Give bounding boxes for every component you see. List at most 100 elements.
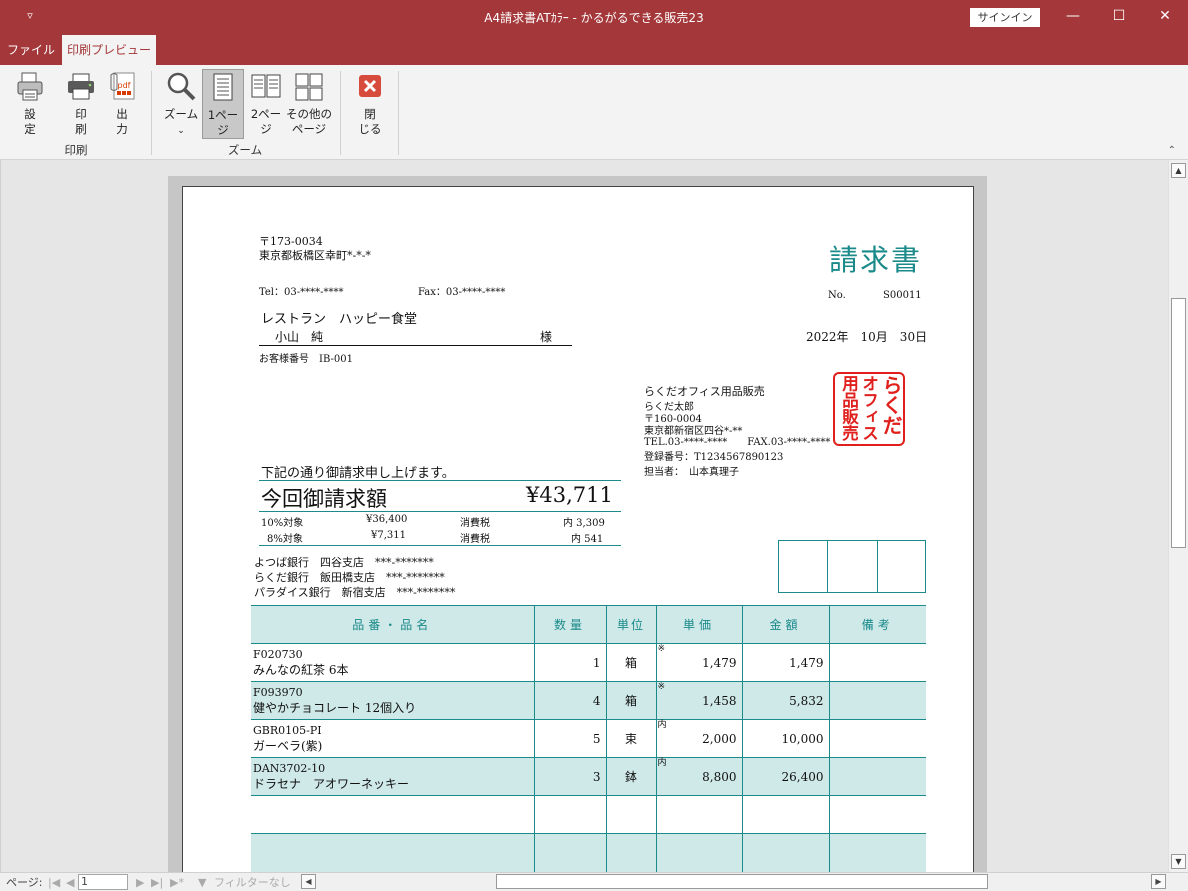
page-number-input[interactable]: 1 [78, 874, 128, 890]
tax10-amount: ¥36,400 [366, 514, 408, 525]
scroll-right-icon[interactable]: ▶ [1151, 874, 1166, 889]
pdf-badge: pdf [118, 81, 131, 90]
tab-print-preview[interactable]: 印刷プレビュー [62, 35, 156, 65]
sign-in-button[interactable]: サインイン [970, 8, 1040, 27]
collapse-ribbon-icon[interactable]: ⌃ [1168, 145, 1176, 156]
printer-icon [68, 73, 94, 100]
tax8-amount: ¥7,311 [371, 530, 406, 541]
scroll-up-icon[interactable]: ▲ [1171, 163, 1186, 178]
issuer-company: らくだオフィス用品販売 [644, 385, 765, 398]
print-label: 印 刷 [75, 107, 87, 136]
approval-boxes [778, 540, 926, 593]
new-record-icon[interactable]: ▶* [170, 875, 184, 890]
invoice-date: 2022年 10月 30日 [806, 330, 928, 344]
item-amount: 26,400 [741, 757, 829, 796]
magnifier-icon [167, 72, 196, 101]
page-setup-button[interactable]: 設 定 [10, 69, 50, 139]
item-qty: 5 [533, 719, 606, 758]
table-row-empty [251, 795, 926, 834]
tax10-label: 10%対象 [261, 518, 304, 529]
invoice-document: 〒173-0034 東京都板橋区幸町*-*-* Tel：03-****-****… [183, 187, 973, 885]
next-page-icon[interactable]: ▶ [136, 875, 144, 890]
chevron-down-icon: ⌄ [177, 126, 185, 136]
close-preview-button[interactable]: 閉 じる [350, 69, 390, 139]
item-code: DAN3702-10 [253, 761, 326, 775]
two-pages-button[interactable]: 2ペー ジ [246, 69, 286, 139]
horizontal-scrollbar[interactable]: ◀ ▶ [298, 874, 1168, 890]
close-preview-label: 閉 じる [358, 107, 382, 136]
scroll-left-icon[interactable]: ◀ [301, 874, 316, 889]
table-row: F020730 みんなの紅茶 6本 1 箱 ※ 1,479 1,479 [251, 643, 926, 682]
item-qty: 1 [533, 643, 606, 682]
print-button[interactable]: 印 刷 [61, 69, 101, 139]
one-page-button[interactable]: 1ペー ジ [202, 69, 244, 139]
item-price: 1,479 [702, 655, 737, 670]
column-header: 数量 [533, 605, 606, 644]
issuer-registration: 登録番号：T1234567890123 [644, 452, 784, 463]
one-page-icon [213, 73, 233, 101]
item-price: 1,458 [702, 693, 737, 708]
filter-status[interactable]: フィルターなし [214, 875, 291, 890]
tax-line [259, 545, 621, 546]
scroll-down-icon[interactable]: ▼ [1171, 854, 1186, 869]
item-qty: 4 [533, 681, 606, 720]
item-note [828, 681, 926, 720]
vertical-scroll-thumb[interactable] [1171, 298, 1186, 548]
previous-page-icon[interactable]: ◀ [66, 875, 74, 890]
tax-mark: 内 [657, 758, 667, 768]
tab-file[interactable]: ファイル [0, 35, 62, 65]
column-header: 単価 [655, 605, 742, 644]
last-page-icon[interactable]: ▶| [151, 875, 163, 890]
maximize-icon[interactable]: ☐ [1096, 0, 1142, 32]
tax8-tax-label: 消費税 [460, 534, 490, 545]
output-button[interactable]: pdf 出 力 [102, 69, 142, 139]
table-row: GBR0105-PI ガーベラ(紫) 5 束 内 2,000 10,000 [251, 719, 926, 758]
preview-workspace: 〒173-0034 東京都板橋区幸町*-*-* Tel：03-****-****… [0, 160, 1168, 886]
total-amount: ¥43,711 [526, 483, 613, 507]
pdf-output-icon: pdf [110, 72, 135, 100]
ribbon-tabs: ファイル 印刷プレビュー [0, 35, 1188, 65]
tax-mark: ※ [657, 644, 666, 654]
group-print-label: 印刷 [64, 143, 88, 157]
ribbon-separator [151, 71, 152, 155]
item-qty: 3 [533, 757, 606, 796]
item-note [828, 757, 926, 796]
close-window-icon[interactable]: ✕ [1142, 0, 1188, 32]
table-header-row: 品番・品名 数量 単位 単価 金額 備考 [251, 605, 926, 644]
item-amount: 5,832 [741, 681, 829, 720]
filter-icon[interactable]: ▼ [198, 875, 206, 890]
other-pages-button[interactable]: その他の ページ [286, 69, 332, 139]
item-name: ドラセナ アオワーネッキー [253, 776, 410, 791]
bank-2: らくだ銀行 飯田橋支店 ***-******* [254, 571, 445, 584]
tax10-tax: 内 3,309 [563, 518, 605, 529]
tax10-tax-label: 消費税 [460, 518, 490, 529]
ribbon-separator [340, 71, 341, 155]
invoice-page: 〒173-0034 東京都板橋区幸町*-*-* Tel：03-****-****… [182, 186, 974, 886]
invoice-number-label: No. [828, 290, 846, 301]
vertical-scrollbar[interactable]: ▲ ▼ [1168, 160, 1188, 872]
output-label: 出 力 [116, 107, 128, 136]
tax8-tax: 内 541 [571, 534, 604, 545]
horizontal-scroll-thumb[interactable] [496, 874, 988, 889]
items-table: 品番・品名 数量 単位 単価 金額 備考 F020730 みんなの紅茶 6本 1 … [251, 605, 926, 872]
zoom-button[interactable]: ズーム ⌄ [160, 69, 202, 139]
minimize-icon[interactable]: — [1050, 0, 1096, 32]
item-name: ガーベラ(紫) [253, 738, 323, 753]
seal-text-2: オフィス [859, 375, 879, 441]
two-pages-icon [251, 74, 281, 98]
page-setup-label: 設 定 [24, 107, 36, 136]
group-zoom-label: ズーム [227, 143, 263, 157]
recipient-fax: Fax：03-****-**** [418, 287, 506, 298]
issuer-telfax: TEL.03-****-**** FAX.03-****-**** [644, 437, 831, 448]
recipient-tel: Tel：03-****-**** [259, 287, 344, 298]
tax-mark: 内 [657, 720, 667, 730]
intro-line [259, 480, 621, 481]
total-label: 今回御請求額 [261, 487, 387, 511]
recipient-address: 東京都板橋区幸町*-*-* [259, 249, 371, 262]
item-code: F093970 [253, 685, 303, 699]
first-page-icon[interactable]: |◀ [48, 875, 60, 890]
record-navigation-bar: ページ: |◀ ◀ 1 ▶ ▶| ▶* ▼ フィルターなし ◀ ▶ [0, 872, 1188, 891]
one-page-label: 1ペー ジ [207, 108, 239, 137]
customer-underline [259, 345, 572, 346]
item-note [828, 643, 926, 682]
